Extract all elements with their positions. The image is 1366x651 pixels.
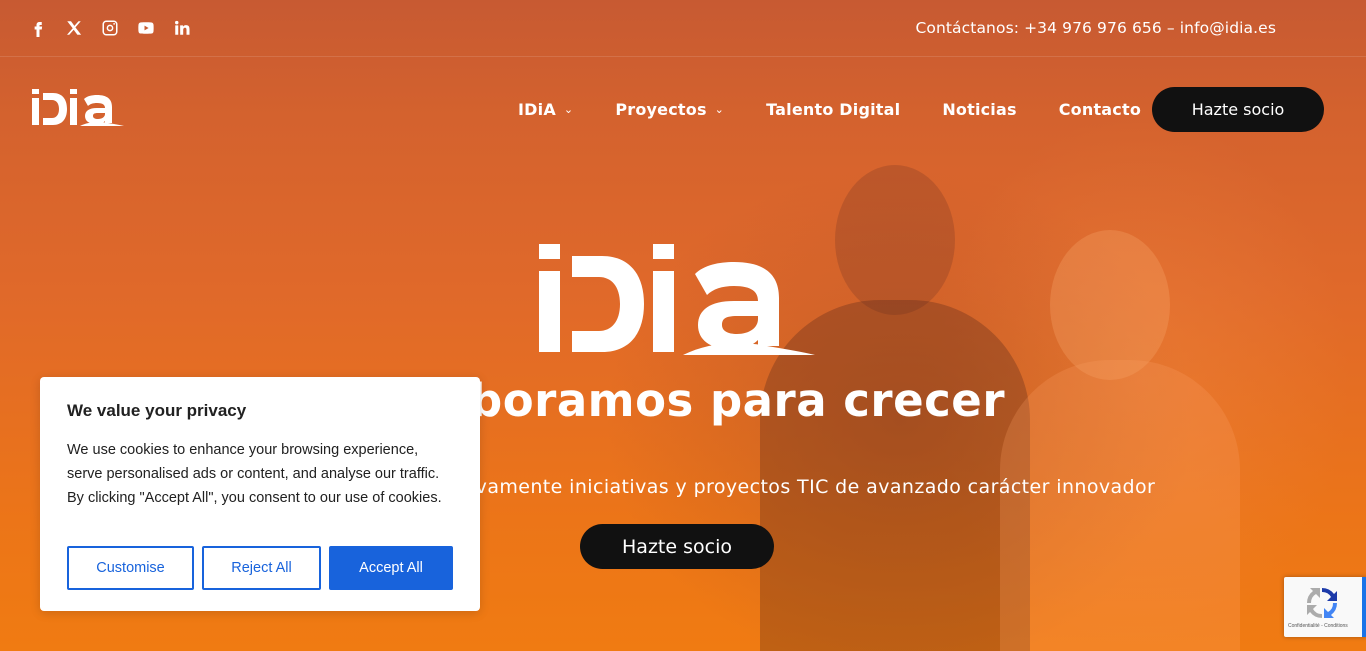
- nav-item-label: Noticias: [942, 100, 1017, 119]
- cookie-consent-banner: We value your privacy We use cookies to …: [40, 377, 480, 611]
- nav-item-label: Talento Digital: [766, 100, 901, 119]
- nav-item-label: Contacto: [1058, 100, 1142, 119]
- main-nav: IDiA ⌄ Proyectos ⌄ Talento Digital Notic…: [518, 100, 1183, 119]
- top-bar: Contáctanos: +34 976 976 656 – info@idia…: [0, 0, 1366, 57]
- hero-subheadline: ivamente iniciativas y proyectos TIC de …: [470, 476, 1156, 498]
- chevron-down-icon: ⌄: [714, 103, 725, 116]
- nav-item-noticias[interactable]: Noticias: [942, 100, 1016, 119]
- reject-all-button[interactable]: Reject All: [202, 546, 321, 590]
- accept-all-button[interactable]: Accept All: [329, 546, 453, 590]
- chevron-down-icon: ⌄: [563, 103, 574, 116]
- customise-button[interactable]: Customise: [67, 546, 194, 590]
- social-links: [28, 18, 192, 38]
- hero-headline: boramos para crecer: [470, 374, 1006, 427]
- instagram-icon[interactable]: [100, 18, 120, 38]
- contact-info: Contáctanos: +34 976 976 656 – info@idia…: [915, 19, 1276, 37]
- recaptcha-accent: [1362, 577, 1366, 637]
- hero-photo-person: [835, 165, 955, 315]
- idia-logo[interactable]: [32, 89, 124, 127]
- cookie-description: We use cookies to enhance your browsing …: [67, 442, 442, 506]
- cookie-title: We value your privacy: [67, 401, 247, 420]
- x-twitter-icon[interactable]: [64, 18, 84, 38]
- recaptcha-icon: [1307, 588, 1337, 618]
- nav-item-proyectos[interactable]: Proyectos ⌄: [615, 100, 724, 119]
- nav-item-contacto[interactable]: Contacto: [1059, 100, 1141, 119]
- nav-item-label: IDiA: [518, 100, 556, 119]
- nav-item-label: Proyectos: [615, 100, 707, 119]
- recaptcha-terms: Confidentialité - Conditions: [1288, 623, 1348, 629]
- nav-item-talento-digital[interactable]: Talento Digital: [766, 100, 900, 119]
- cookie-actions: Customise Reject All Accept All: [67, 546, 453, 590]
- hero-photo-person: [1000, 360, 1240, 651]
- recaptcha-badge[interactable]: Confidentialité - Conditions: [1284, 577, 1366, 637]
- youtube-icon[interactable]: [136, 18, 156, 38]
- main-header: IDiA ⌄ Proyectos ⌄ Talento Digital Notic…: [0, 57, 1366, 161]
- facebook-icon[interactable]: [28, 18, 48, 38]
- hero-hazte-socio-button[interactable]: Hazte socio: [580, 524, 774, 569]
- linkedin-icon[interactable]: [172, 18, 192, 38]
- hazte-socio-button[interactable]: Hazte socio: [1152, 87, 1324, 132]
- nav-item-idia[interactable]: IDiA ⌄: [518, 100, 573, 119]
- hero-photo-person: [1050, 230, 1170, 380]
- hero-idia-logo: [539, 244, 815, 355]
